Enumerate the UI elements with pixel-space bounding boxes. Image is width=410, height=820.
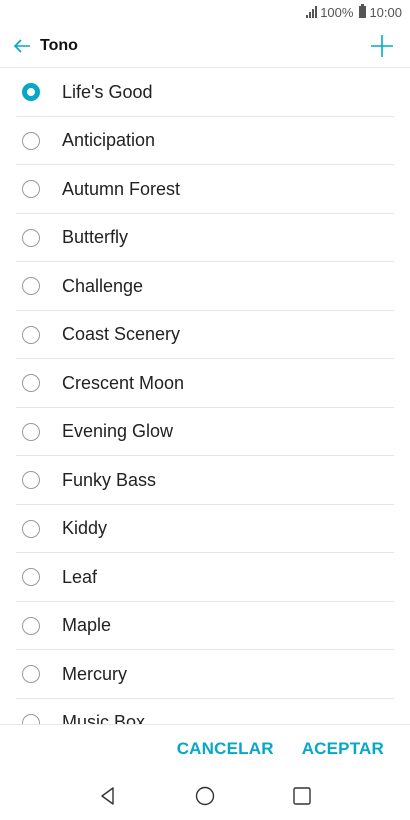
radio-unselected-icon[interactable] <box>22 519 40 538</box>
triangle-back-icon <box>101 787 115 805</box>
dialog-actions: CANCELAR ACEPTAR <box>0 724 410 772</box>
ringtone-item[interactable]: Evening Glow <box>0 408 410 457</box>
radio-unselected-icon[interactable] <box>22 374 40 393</box>
add-ringtone-button[interactable] <box>368 32 396 60</box>
cancel-button[interactable]: CANCELAR <box>177 739 274 759</box>
ringtone-item[interactable]: Kiddy <box>0 505 410 554</box>
radio-unselected-icon[interactable] <box>22 568 40 587</box>
ringtone-label: Evening Glow <box>62 421 174 442</box>
ringtone-label: Challenge <box>62 275 144 296</box>
radio-unselected-icon[interactable] <box>22 228 40 247</box>
ringtone-item[interactable]: Anticipation <box>0 117 410 166</box>
ringtone-item[interactable]: Coast Scenery <box>0 311 410 360</box>
ringtone-item[interactable]: Crescent Moon <box>0 359 410 408</box>
ringtone-label: Maple <box>62 615 112 636</box>
clock: 10:00 <box>369 4 402 20</box>
ringtone-label: Coast Scenery <box>62 324 181 345</box>
back-button[interactable] <box>0 24 44 68</box>
radio-unselected-icon[interactable] <box>22 471 40 490</box>
nav-home-button[interactable] <box>190 781 220 811</box>
ringtone-label: Autumn Forest <box>62 178 181 199</box>
nav-back-button[interactable] <box>93 781 123 811</box>
battery-percent: 100% <box>320 4 354 20</box>
ringtone-label: Anticipation <box>62 130 156 151</box>
ringtone-item[interactable]: Maple <box>0 602 410 651</box>
ringtone-label: Life's Good <box>62 81 153 102</box>
circle-home-icon <box>195 786 215 806</box>
ringtone-item[interactable]: Mercury <box>0 650 410 699</box>
navigation-bar <box>0 772 410 820</box>
radio-unselected-icon[interactable] <box>22 277 40 296</box>
ringtone-label: Crescent Moon <box>62 372 185 393</box>
radio-unselected-icon[interactable] <box>22 131 40 150</box>
ringtone-label: Butterfly <box>62 227 129 248</box>
accept-button[interactable]: ACEPTAR <box>302 739 384 759</box>
radio-unselected-icon[interactable] <box>22 180 40 199</box>
ringtone-label: Music Box <box>62 712 146 724</box>
ringtone-item[interactable]: Music Box <box>0 699 410 724</box>
radio-selected-icon[interactable] <box>22 83 40 102</box>
radio-unselected-icon[interactable] <box>22 665 40 684</box>
ringtone-label: Kiddy <box>62 518 108 539</box>
status-bar: 100% 10:00 <box>0 0 410 24</box>
ringtone-list[interactable]: Life's Good Anticipation Autumn Forest Butt… <box>0 68 410 724</box>
radio-unselected-icon[interactable] <box>22 616 40 635</box>
plus-icon <box>371 35 393 57</box>
ringtone-label: Mercury <box>62 663 128 684</box>
page-title: Tono <box>40 36 78 54</box>
ringtone-item[interactable]: Funky Bass <box>0 456 410 505</box>
ringtone-label: Leaf <box>62 566 98 587</box>
radio-unselected-icon[interactable] <box>22 422 40 441</box>
ringtone-item[interactable]: Life's Good <box>0 68 410 117</box>
battery-icon <box>359 4 367 18</box>
app-bar: Tono <box>0 24 410 68</box>
arrow-left-icon <box>13 38 30 53</box>
square-recents-icon <box>292 787 311 805</box>
radio-unselected-icon[interactable] <box>22 325 40 344</box>
ringtone-item[interactable]: Leaf <box>0 553 410 602</box>
radio-unselected-icon[interactable] <box>22 713 40 724</box>
ringtone-item[interactable]: Butterfly <box>0 214 410 263</box>
nav-recents-button[interactable] <box>287 781 317 811</box>
signal-icon <box>306 6 318 18</box>
ringtone-item[interactable]: Challenge <box>0 262 410 311</box>
ringtone-item[interactable]: Autumn Forest <box>0 165 410 214</box>
ringtone-label: Funky Bass <box>62 469 157 490</box>
